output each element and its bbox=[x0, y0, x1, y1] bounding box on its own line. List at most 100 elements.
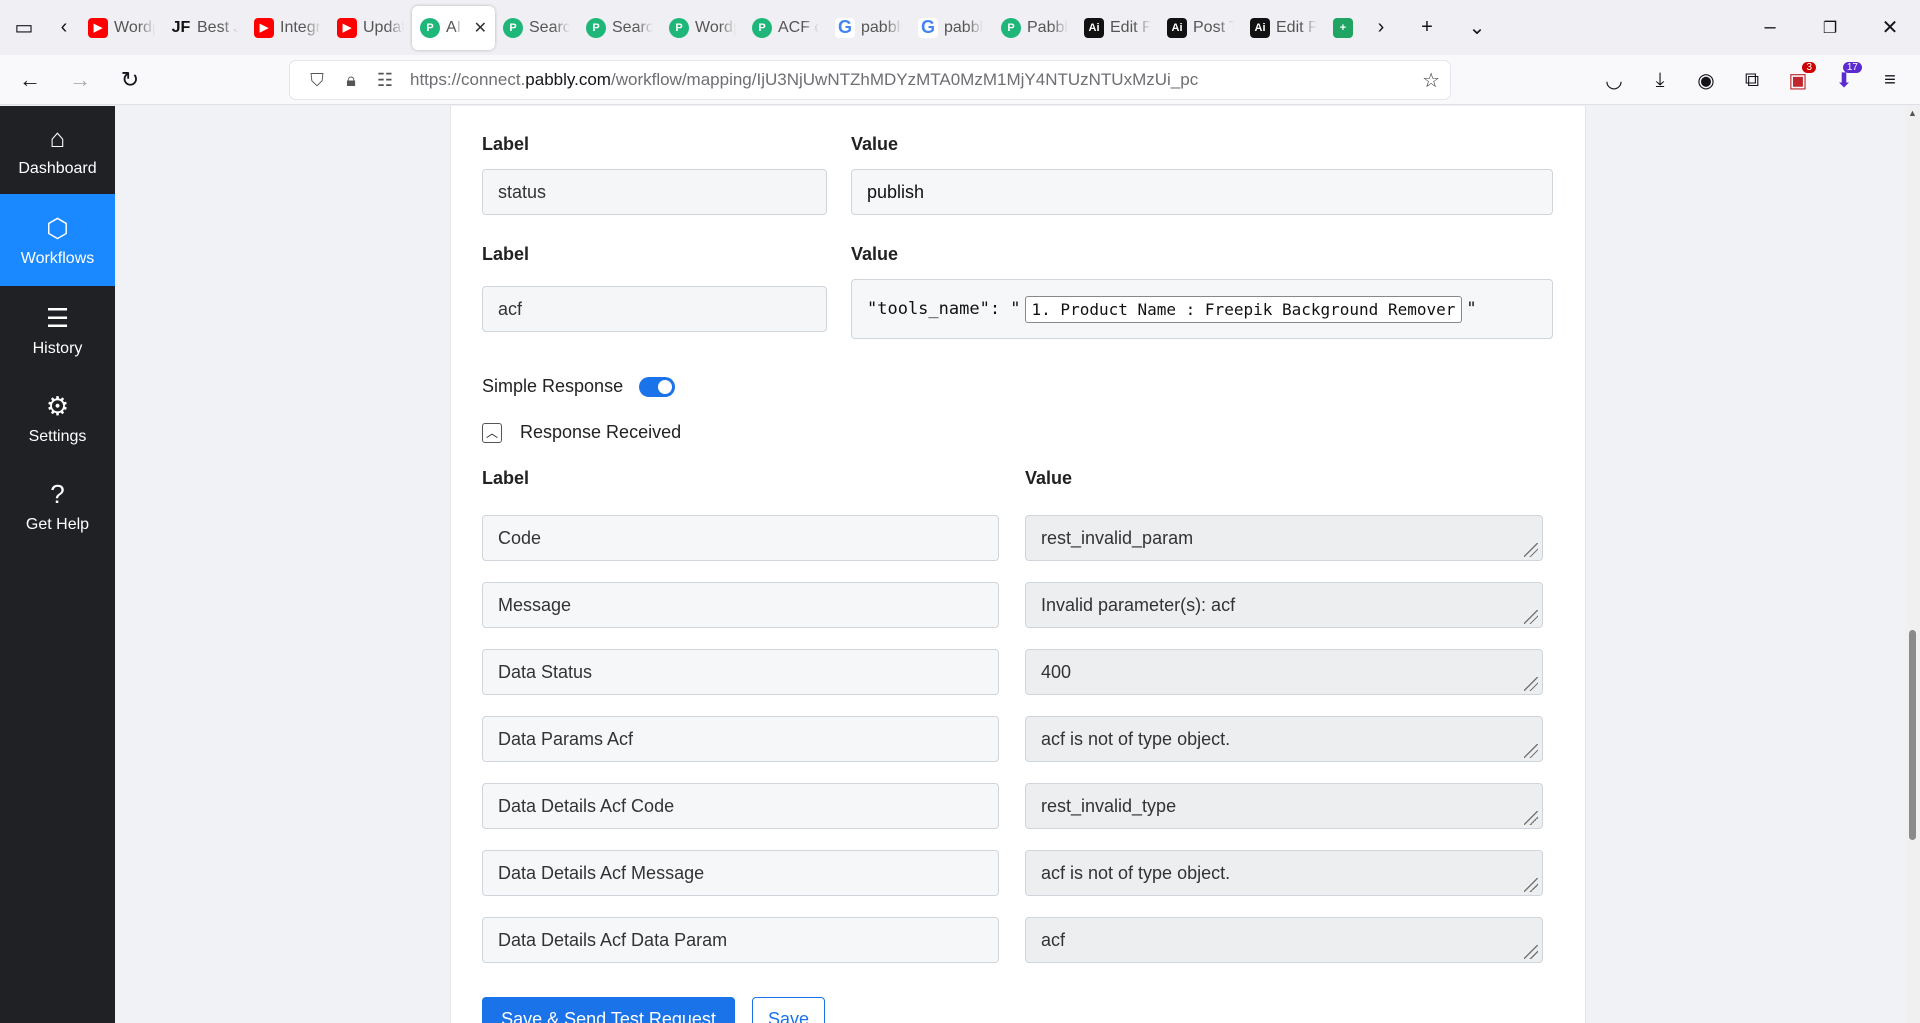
pocket-icon[interactable]: ◡ bbox=[1594, 60, 1634, 100]
bookmark-star-icon[interactable]: ☆ bbox=[1422, 68, 1440, 93]
tabs-scroll-left-icon[interactable]: ‹ bbox=[48, 8, 80, 48]
browser-tab[interactable]: Ai Edit Po bbox=[1242, 6, 1325, 50]
browser-tab[interactable]: Gpabbl bbox=[910, 6, 993, 50]
new-tab-icon[interactable]: + bbox=[1407, 8, 1447, 48]
browser-tab[interactable]: Ai Post Ty bbox=[1159, 6, 1242, 50]
extension-badge: 3 bbox=[1802, 62, 1816, 73]
label-header: Label bbox=[482, 134, 530, 154]
scroll-up-icon[interactable]: ▲ bbox=[1908, 108, 1917, 118]
downloads-icon[interactable]: ⤓ bbox=[1640, 60, 1680, 100]
extensions-icon[interactable]: ⧉ bbox=[1732, 60, 1772, 100]
tab-title: Best JS bbox=[197, 18, 238, 36]
browser-tab[interactable]: P Search bbox=[578, 6, 661, 50]
response-value-textarea[interactable]: acf is not of type object. bbox=[1025, 716, 1543, 762]
response-value-text: rest_invalid_type bbox=[1041, 795, 1177, 816]
response-value-textarea[interactable]: acf bbox=[1025, 917, 1543, 963]
response-value-textarea[interactable]: acf is not of type object. bbox=[1025, 850, 1543, 896]
google-icon: G bbox=[918, 17, 938, 38]
browser-tab[interactable]: ▶ Wordp bbox=[80, 6, 163, 50]
browser-tab[interactable]: ▶ Integr bbox=[246, 6, 329, 50]
forward-icon[interactable]: → bbox=[60, 60, 100, 100]
value-field-mapped[interactable]: "tools_name": " 1. Product Name : Freepi… bbox=[851, 279, 1553, 339]
close-tab-icon[interactable]: ✕ bbox=[474, 18, 487, 38]
label-field[interactable]: status bbox=[482, 169, 827, 215]
simple-response-toggle[interactable] bbox=[639, 376, 676, 397]
sidebar-item-dashboard[interactable]: ⌂ Dashboard bbox=[0, 106, 115, 194]
mapped-field-token[interactable]: 1. Product Name : Freepik Background Rem… bbox=[1024, 295, 1463, 323]
tab-title: Wordp bbox=[695, 18, 736, 36]
menu-icon[interactable]: ≡ bbox=[1870, 60, 1910, 100]
url-bar[interactable]: ⛉ 🔒︎ ☷ https://connect.pabbly.com/workfl… bbox=[290, 61, 1450, 99]
sidebar-item-label: Get Help bbox=[25, 515, 90, 533]
resize-handle-icon[interactable] bbox=[1524, 744, 1538, 758]
response-label-field[interactable]: Code bbox=[482, 515, 999, 561]
resize-handle-icon[interactable] bbox=[1524, 677, 1538, 691]
browser-tab[interactable]: + bbox=[1325, 6, 1365, 50]
response-received-header[interactable]: ︿ Response Received bbox=[482, 422, 681, 443]
response-value-text: Invalid parameter(s): acf bbox=[1041, 594, 1236, 615]
browser-tab[interactable]: Gpabbly bbox=[827, 6, 910, 50]
page-scrollbar[interactable]: ▲ bbox=[1905, 106, 1920, 1023]
sidebar-item-label: Dashboard bbox=[18, 159, 97, 177]
response-value-textarea[interactable]: Invalid parameter(s): acf bbox=[1025, 582, 1543, 628]
back-icon[interactable]: ← bbox=[10, 60, 50, 100]
browser-tab[interactable]: Ai Edit Fi bbox=[1076, 6, 1159, 50]
label-field[interactable]: acf bbox=[482, 286, 827, 332]
response-label-field[interactable]: Message bbox=[482, 582, 999, 628]
url-text[interactable]: https://connect.pabbly.com/workflow/mapp… bbox=[410, 70, 1198, 90]
response-label-field[interactable]: Data Details Acf Data Param bbox=[482, 917, 999, 963]
response-value-textarea[interactable]: 400 bbox=[1025, 649, 1543, 695]
sidebar-item-history[interactable]: ☰ History bbox=[0, 286, 115, 374]
response-label-field[interactable]: Data Params Acf bbox=[482, 716, 999, 762]
tab-list-dropdown-icon[interactable]: ⌄ bbox=[1457, 8, 1497, 48]
resize-handle-icon[interactable] bbox=[1524, 610, 1538, 624]
browser-nav-bar: ← → ↻ ⛉ 🔒︎ ☷ https://connect.pabbly.com/… bbox=[0, 55, 1920, 105]
save-and-send-test-button[interactable]: Save & Send Test Request bbox=[482, 997, 735, 1023]
app-sidebar: ⌂ Dashboard ⬡ Workflows ☰ History ⚙ Settings? Ge… bbox=[0, 106, 115, 1023]
resize-handle-icon[interactable] bbox=[1524, 811, 1538, 825]
browser-tab[interactable]: P Pabbly bbox=[993, 6, 1076, 50]
resize-handle-icon[interactable] bbox=[1524, 543, 1538, 557]
window-restore-icon[interactable]: ❐ bbox=[1800, 8, 1860, 48]
value-header: Value bbox=[851, 244, 899, 264]
reload-icon[interactable]: ↻ bbox=[110, 60, 150, 100]
tab-title: ACF cu bbox=[778, 18, 819, 36]
scrollbar-thumb[interactable] bbox=[1909, 630, 1916, 840]
lock-icon[interactable]: 🔒︎ bbox=[334, 70, 368, 91]
window-close-icon[interactable]: ✕ bbox=[1860, 8, 1920, 48]
resize-handle-icon[interactable] bbox=[1524, 878, 1538, 892]
browser-tab[interactable]: P AI ✕ bbox=[412, 5, 495, 50]
response-value-textarea[interactable]: rest_invalid_type bbox=[1025, 783, 1543, 829]
browser-tab[interactable]: P ACF cu bbox=[744, 6, 827, 50]
browser-tab[interactable]: ▶ Updat bbox=[329, 6, 412, 50]
extension-badge: 17 bbox=[1842, 62, 1862, 73]
tab-overview-icon[interactable]: ▭ bbox=[0, 8, 48, 48]
ai-tool-icon: Ai bbox=[1084, 17, 1104, 38]
sidebar-item-settings[interactable]: ⚙ Settings bbox=[0, 374, 115, 462]
browser-tab[interactable]: JF Best JS bbox=[163, 6, 246, 50]
response-label-field[interactable]: Data Details Acf Message bbox=[482, 850, 999, 896]
gear-icon: ⚙ bbox=[45, 390, 70, 421]
sidebar-item-get-help[interactable]: ? Get Help bbox=[0, 462, 115, 550]
account-icon[interactable]: ◉ bbox=[1686, 60, 1726, 100]
pabbly-icon: P bbox=[752, 17, 772, 38]
chevron-up-icon[interactable]: ︿ bbox=[482, 422, 502, 443]
tab-title: Search bbox=[612, 18, 653, 36]
response-label-field[interactable]: Data Status bbox=[482, 649, 999, 695]
response-label-field[interactable]: Data Details Acf Code bbox=[482, 783, 999, 829]
extension-purple-icon[interactable]: ⬇ 17 bbox=[1824, 60, 1864, 100]
browser-tab[interactable]: P Search bbox=[495, 6, 578, 50]
site-permissions-icon[interactable]: ☷ bbox=[368, 70, 402, 91]
sidebar-item-workflows[interactable]: ⬡ Workflows bbox=[0, 194, 115, 286]
response-value-header: Value bbox=[1025, 468, 1073, 488]
browser-tab[interactable]: P Wordp bbox=[661, 6, 744, 50]
value-field[interactable]: publish bbox=[851, 169, 1553, 215]
value-prefix: "tools_name": " bbox=[867, 299, 1021, 319]
save-button[interactable]: Save bbox=[752, 997, 825, 1023]
extension-red-icon[interactable]: ▣ 3 bbox=[1778, 60, 1818, 100]
resize-handle-icon[interactable] bbox=[1524, 945, 1538, 959]
shield-icon[interactable]: ⛉ bbox=[300, 70, 334, 91]
window-minimize-icon[interactable]: – bbox=[1740, 8, 1800, 48]
response-value-textarea[interactable]: rest_invalid_param bbox=[1025, 515, 1543, 561]
tabs-scroll-right-icon[interactable]: › bbox=[1365, 8, 1397, 48]
